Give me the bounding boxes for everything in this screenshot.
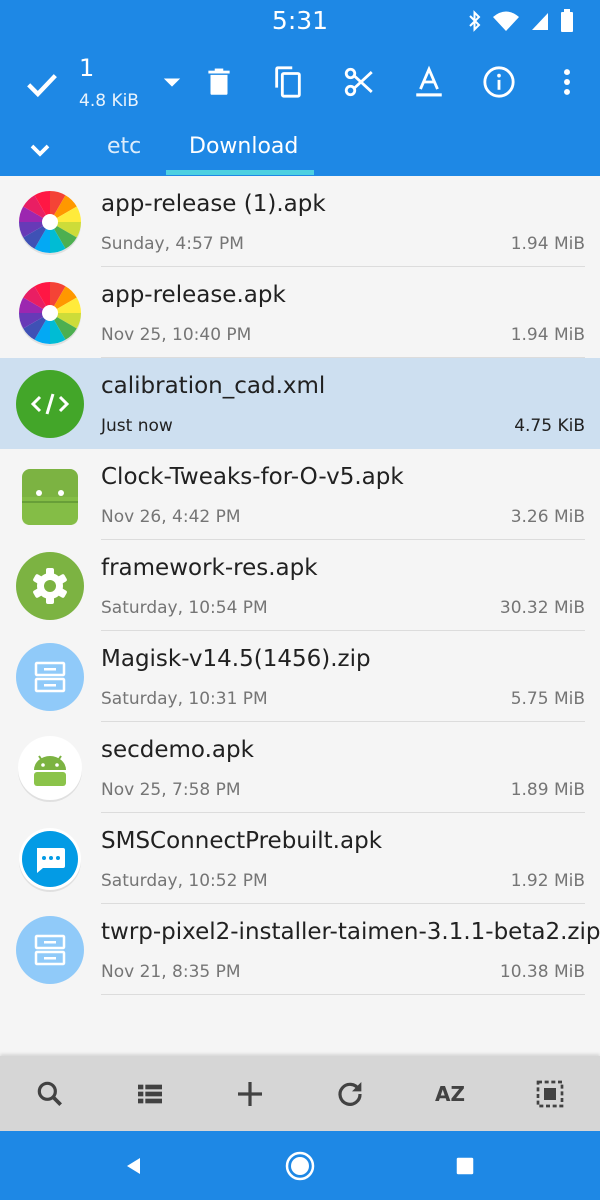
bottom-action-bar: AZ [0, 1056, 600, 1131]
status-bar: 5:31 [0, 0, 600, 42]
path-tabs: etc Download [0, 124, 600, 176]
color-wheel-app-icon [19, 191, 81, 255]
bluetooth-icon [469, 10, 481, 32]
check-icon[interactable] [22, 64, 62, 104]
sort-label: AZ [435, 1082, 465, 1106]
file-name: SMSConnectPrebuilt.apk [101, 828, 383, 854]
file-date: Nov 25, 7:58 PM [101, 780, 241, 800]
archive-icon [16, 643, 84, 711]
add-icon[interactable] [232, 1076, 268, 1112]
file-row[interactable]: app-release.apk Nov 25, 10:40 PM 1.94 Mi… [0, 267, 600, 358]
search-icon[interactable] [32, 1076, 68, 1112]
file-size: 4.75 KiB [514, 416, 585, 436]
file-size: 1.94 MiB [510, 234, 585, 254]
file-row[interactable]: app-release (1).apk Sunday, 4:57 PM 1.94… [0, 176, 600, 267]
android-round-icon [18, 736, 82, 802]
file-name: app-release (1).apk [101, 191, 326, 217]
file-row[interactable]: Magisk-v14.5(1456).zip Saturday, 10:31 P… [0, 631, 600, 722]
messages-app-icon [19, 828, 81, 892]
active-tab-indicator [166, 170, 314, 175]
rename-icon[interactable] [409, 62, 449, 102]
file-date: Sunday, 4:57 PM [101, 234, 244, 254]
selection-toolbar: 1 4.8 KiB [0, 42, 600, 124]
back-icon[interactable] [117, 1149, 151, 1183]
system-nav-bar [0, 1131, 600, 1200]
file-row-selected[interactable]: calibration_cad.xml Just now 4.75 KiB [0, 358, 600, 449]
selected-count: 1 [79, 54, 95, 82]
file-name: app-release.apk [101, 282, 286, 308]
file-size: 30.32 MiB [499, 598, 585, 618]
file-date: Nov 21, 8:35 PM [101, 962, 241, 982]
file-name: twrp-pixel2-installer-taimen-3.1.1-beta2… [101, 919, 600, 945]
delete-icon[interactable] [199, 62, 239, 102]
dropdown-icon[interactable] [158, 68, 186, 96]
file-size: 1.92 MiB [510, 871, 585, 891]
settings-gear-app-icon [16, 552, 84, 620]
battery-icon [561, 9, 573, 32]
file-row[interactable]: secdemo.apk Nov 25, 7:58 PM 1.89 MiB [0, 722, 600, 813]
file-row[interactable]: SMSConnectPrebuilt.apk Saturday, 10:52 P… [0, 813, 600, 904]
file-list: app-release (1).apk Sunday, 4:57 PM 1.94… [0, 176, 600, 1056]
file-name: framework-res.apk [101, 555, 318, 581]
code-file-icon [16, 370, 84, 438]
sort-icon[interactable]: AZ [432, 1076, 468, 1112]
file-size: 10.38 MiB [499, 962, 585, 982]
wifi-icon [493, 11, 519, 31]
android-icon [22, 469, 78, 525]
file-size: 1.89 MiB [510, 780, 585, 800]
list-view-icon[interactable] [132, 1076, 168, 1112]
file-date: Saturday, 10:54 PM [101, 598, 268, 618]
file-row[interactable]: twrp-pixel2-installer-taimen-3.1.1-beta2… [0, 904, 600, 995]
cut-icon[interactable] [339, 62, 379, 102]
file-name: Clock-Tweaks-for-O-v5.apk [101, 464, 404, 490]
file-date: Nov 26, 4:42 PM [101, 507, 241, 527]
file-name: Magisk-v14.5(1456).zip [101, 646, 371, 672]
chevron-down-icon[interactable] [24, 134, 56, 166]
file-row[interactable]: Clock-Tweaks-for-O-v5.apk Nov 26, 4:42 P… [0, 449, 600, 540]
file-size: 5.75 MiB [510, 689, 585, 709]
cell-signal-icon [532, 13, 548, 30]
file-date: Saturday, 10:52 PM [101, 871, 268, 891]
file-date: Saturday, 10:31 PM [101, 689, 268, 709]
file-size: 1.94 MiB [510, 325, 585, 345]
row-divider [101, 994, 585, 995]
tab-etc[interactable]: etc [107, 134, 141, 159]
archive-icon [16, 916, 84, 984]
more-vert-icon[interactable] [547, 62, 587, 102]
file-date: Just now [101, 416, 173, 436]
file-size: 3.26 MiB [510, 507, 585, 527]
file-name: calibration_cad.xml [101, 373, 326, 399]
selected-size: 4.8 KiB [79, 91, 139, 111]
tab-download[interactable]: Download [189, 134, 298, 159]
file-name: secdemo.apk [101, 737, 254, 763]
select-all-icon[interactable] [532, 1076, 568, 1112]
refresh-icon[interactable] [332, 1076, 368, 1112]
copy-icon[interactable] [268, 62, 308, 102]
file-date: Nov 25, 10:40 PM [101, 325, 252, 345]
file-row[interactable]: framework-res.apk Saturday, 10:54 PM 30.… [0, 540, 600, 631]
info-icon[interactable] [479, 62, 519, 102]
recents-icon[interactable] [448, 1149, 482, 1183]
color-wheel-app-icon [19, 282, 81, 346]
home-icon[interactable] [283, 1149, 317, 1183]
